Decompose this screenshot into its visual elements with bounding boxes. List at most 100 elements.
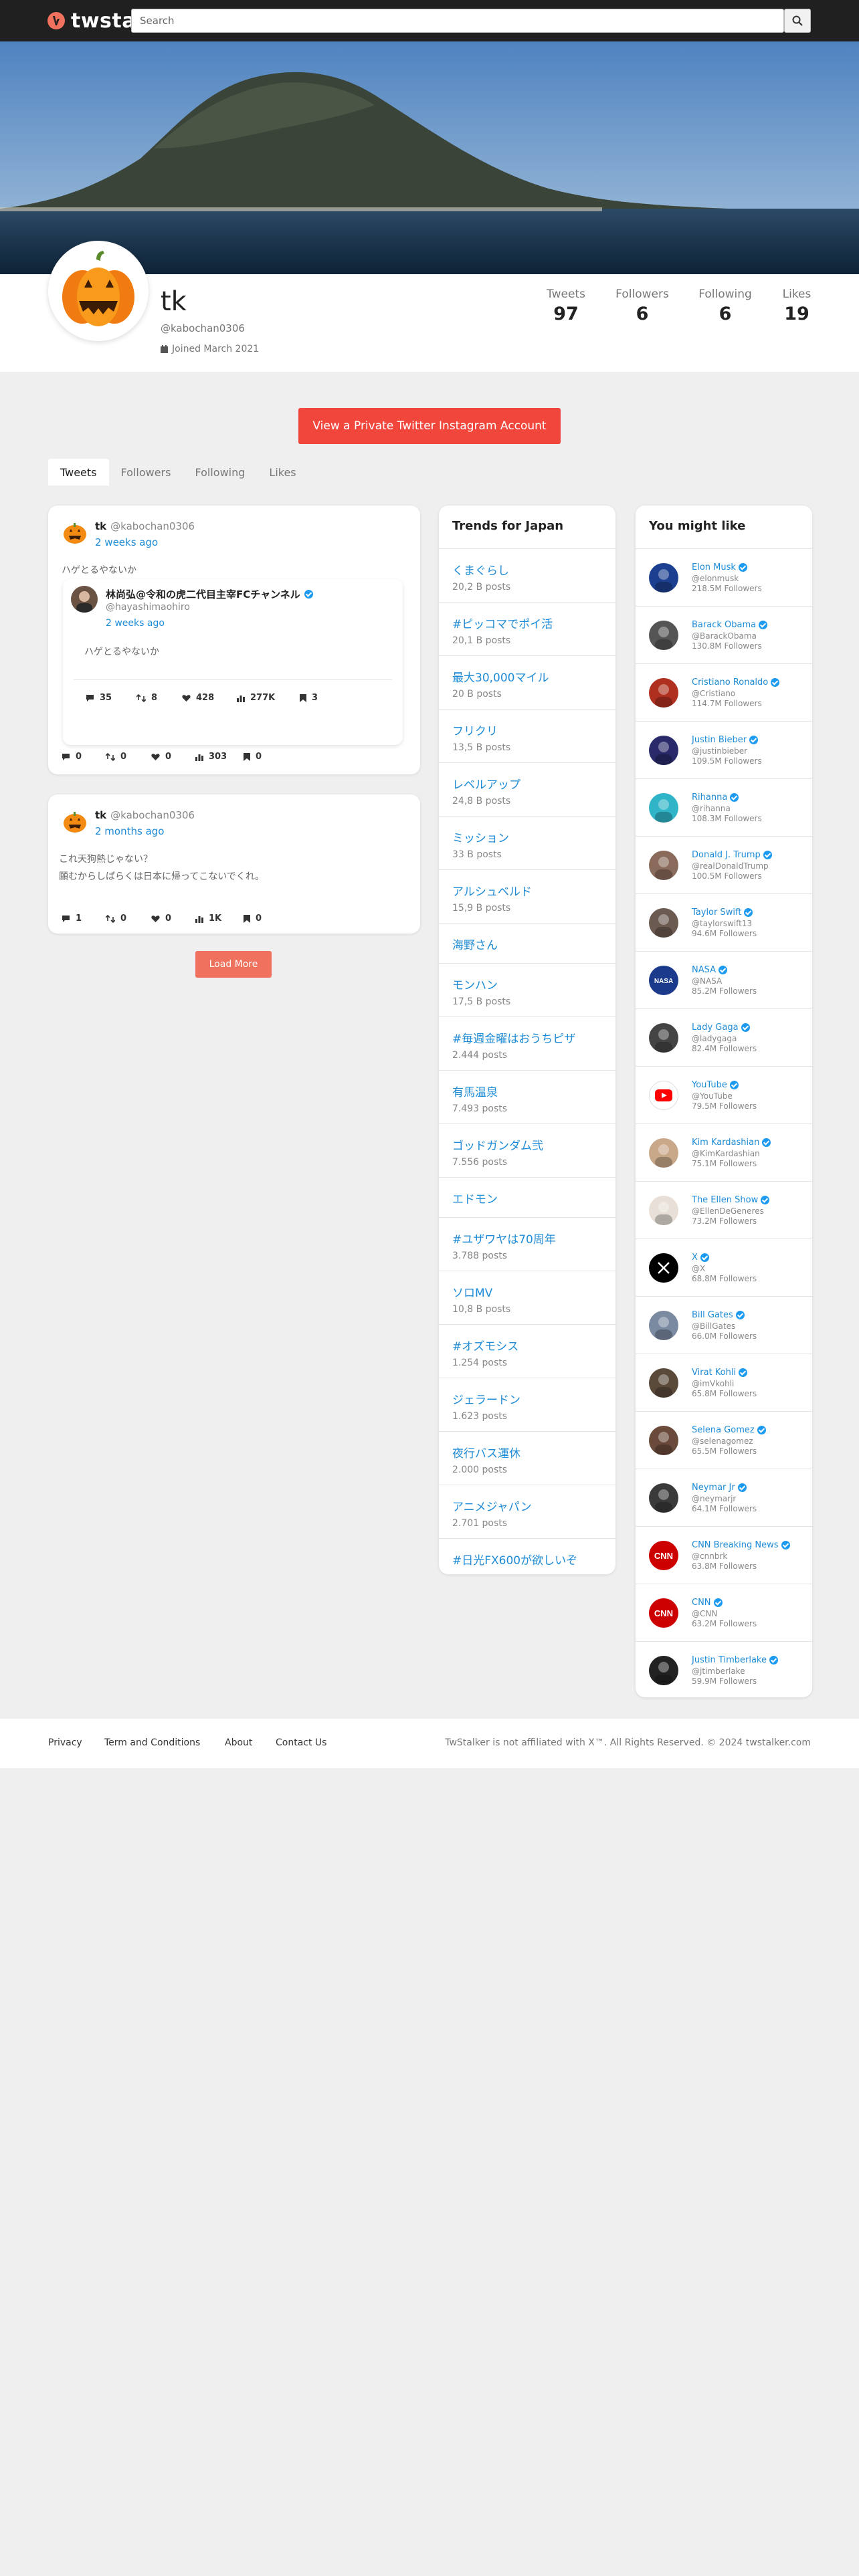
bookmark-action[interactable]: 3: [300, 693, 318, 703]
retweet-action[interactable]: 0: [106, 752, 151, 762]
views-action[interactable]: 277K: [237, 693, 300, 703]
suggestion-item[interactable]: Donald J. Trump @realDonaldTrump 100.5M Fo…: [636, 836, 812, 893]
suggestion-name[interactable]: YouTube: [692, 1080, 739, 1090]
retweet-action[interactable]: 0: [106, 914, 151, 924]
trend-item[interactable]: くまぐらし 20,2 B posts: [439, 548, 615, 602]
trend-item[interactable]: 最大30,000マイル 20 B posts: [439, 655, 615, 709]
trend-name[interactable]: ソロMV: [452, 1283, 602, 1300]
suggestion-avatar[interactable]: [649, 1081, 678, 1110]
trend-name[interactable]: アルシュベルド: [452, 882, 602, 899]
trend-item[interactable]: ジェラードン 1.623 posts: [439, 1378, 615, 1431]
like-action[interactable]: 0: [151, 914, 195, 924]
reply-action[interactable]: 1: [62, 914, 106, 924]
trend-name[interactable]: ジェラードン: [452, 1390, 602, 1407]
retweet-action[interactable]: 8: [136, 693, 182, 703]
tweet-author-name[interactable]: tk: [95, 520, 106, 532]
suggestion-item[interactable]: Taylor Swift @taylorswift13 94.6M Follower…: [636, 893, 812, 951]
suggestion-avatar[interactable]: [649, 851, 678, 880]
tweet-time[interactable]: 2 weeks ago: [95, 536, 158, 548]
trend-item[interactable]: #毎週金曜はおうちピザ 2.444 posts: [439, 1016, 615, 1070]
suggestion-item[interactable]: Justin Bieber @justinbieber 109.5M Followe…: [636, 721, 812, 778]
suggestion-item[interactable]: Kim Kardashian @KimKardashian 75.1M Follow…: [636, 1123, 812, 1181]
trend-item[interactable]: #オズモシス 1.254 posts: [439, 1324, 615, 1378]
trend-item[interactable]: アルシュベルド 15,9 B posts: [439, 869, 615, 923]
view-private-account-button[interactable]: View a Private Twitter Instagram Account: [298, 408, 561, 444]
reply-action[interactable]: 0: [62, 752, 106, 762]
suggestion-name[interactable]: CNN Breaking News: [692, 1540, 790, 1550]
stat-followers[interactable]: Followers 6: [614, 288, 670, 324]
views-action[interactable]: 1K: [195, 914, 244, 924]
suggestion-item[interactable]: The Ellen Show @EllenDeGeneres 73.2M Follo…: [636, 1181, 812, 1239]
trend-item[interactable]: 夜行バス運休 2.000 posts: [439, 1431, 615, 1485]
trend-item[interactable]: #ピッコマでポイ活 20,1 B posts: [439, 602, 615, 655]
suggestion-avatar[interactable]: [649, 1023, 678, 1053]
suggestion-avatar[interactable]: [649, 1426, 678, 1455]
search-input[interactable]: [131, 9, 784, 33]
suggestion-avatar[interactable]: [649, 1253, 678, 1283]
suggestion-name[interactable]: Cristiano Ronaldo: [692, 677, 780, 687]
bookmark-action[interactable]: 0: [244, 752, 262, 762]
trend-item[interactable]: ソロMV 10,8 B posts: [439, 1271, 615, 1324]
suggestion-item[interactable]: Elon Musk @elonmusk 218.5M Followers: [636, 548, 812, 606]
footer-link-privacy[interactable]: Privacy: [48, 1737, 82, 1748]
suggestion-item[interactable]: Virat Kohli @imVkohli 65.8M Followers: [636, 1354, 812, 1411]
suggestion-name[interactable]: Virat Kohli: [692, 1368, 748, 1378]
suggestion-avatar[interactable]: [649, 1196, 678, 1225]
suggestion-item[interactable]: Bill Gates @BillGates 66.0M Followers: [636, 1296, 812, 1354]
tab-following[interactable]: Following: [183, 459, 257, 486]
site-logo[interactable]: twstal: [47, 9, 143, 33]
trend-item[interactable]: レベルアップ 24,8 B posts: [439, 762, 615, 816]
search-button[interactable]: [784, 9, 811, 33]
trend-item[interactable]: #日光FX600が欲しいぞ: [439, 1538, 615, 1574]
suggestion-avatar[interactable]: [649, 908, 678, 938]
trend-name[interactable]: レベルアップ: [452, 775, 602, 792]
suggestion-avatar[interactable]: [649, 563, 678, 593]
suggestion-item[interactable]: Selena Gomez @selenagomez 65.5M Followers: [636, 1411, 812, 1469]
like-action[interactable]: 0: [151, 752, 195, 762]
tweet-author-name[interactable]: tk: [95, 809, 106, 821]
trend-name[interactable]: ミッション: [452, 829, 602, 845]
suggestion-avatar[interactable]: NASA: [649, 966, 678, 995]
suggestion-item[interactable]: X @X 68.8M Followers: [636, 1239, 812, 1296]
suggestion-name[interactable]: Justin Timberlake: [692, 1655, 778, 1665]
suggestion-avatar[interactable]: CNN: [649, 1541, 678, 1570]
reply-action[interactable]: 35: [86, 693, 136, 703]
tweet-card[interactable]: tk @kabochan0306 2 months ago これ天狗熱じゃない？…: [48, 794, 420, 934]
trend-item[interactable]: アニメジャパン 2.701 posts: [439, 1485, 615, 1538]
quoted-time[interactable]: 2 weeks ago: [106, 618, 165, 629]
stat-following[interactable]: Following 6: [697, 288, 753, 324]
views-action[interactable]: 303: [195, 752, 244, 762]
footer-link-about[interactable]: About: [225, 1737, 252, 1748]
trend-name[interactable]: #日光FX600が欲しいぞ: [452, 1551, 602, 1568]
suggestion-item[interactable]: YouTube @YouTube 79.5M Followers: [636, 1066, 812, 1123]
suggestion-avatar[interactable]: [649, 1138, 678, 1168]
trend-item[interactable]: エドモン: [439, 1177, 615, 1217]
trend-name[interactable]: 有馬温泉: [452, 1083, 602, 1099]
suggestion-item[interactable]: Cristiano Ronaldo @Cristiano 114.7M Follow…: [636, 663, 812, 721]
suggestion-name[interactable]: Justin Bieber: [692, 735, 759, 745]
quoted-tweet[interactable]: 林尚弘@令和の虎二代目主宰FCチャンネル @hayashimaohiro 2 w…: [63, 579, 403, 745]
suggestion-avatar[interactable]: [649, 736, 678, 765]
trend-name[interactable]: #ピッコマでポイ活: [452, 615, 602, 631]
trend-name[interactable]: #ユザワヤは70周年: [452, 1230, 602, 1247]
suggestion-name[interactable]: Lady Gaga: [692, 1023, 750, 1033]
tab-followers[interactable]: Followers: [109, 459, 183, 486]
suggestion-name[interactable]: NASA: [692, 965, 728, 975]
suggestion-item[interactable]: Rihanna @rihanna 108.3M Followers: [636, 778, 812, 836]
suggestion-name[interactable]: Selena Gomez: [692, 1425, 766, 1435]
trend-name[interactable]: アニメジャパン: [452, 1497, 602, 1514]
suggestion-avatar[interactable]: [649, 793, 678, 823]
suggestion-name[interactable]: Barack Obama: [692, 620, 768, 630]
suggestion-name[interactable]: Donald J. Trump: [692, 850, 772, 860]
tweet-card[interactable]: tk @kabochan0306 2 weeks ago ハゲとるやないか 林尚…: [48, 506, 420, 774]
like-action[interactable]: 428: [182, 693, 237, 703]
suggestion-avatar[interactable]: [649, 1311, 678, 1340]
trend-name[interactable]: ゴッドガンダム弐: [452, 1136, 602, 1153]
suggestion-name[interactable]: Elon Musk: [692, 562, 747, 572]
suggestion-item[interactable]: Justin Timberlake @jtimberlake 59.9M Follo…: [636, 1641, 812, 1697]
suggestion-name[interactable]: X: [692, 1253, 709, 1263]
trend-name[interactable]: 最大30,000マイル: [452, 668, 602, 685]
tweet-time[interactable]: 2 months ago: [95, 825, 164, 837]
trend-name[interactable]: 海野さん: [452, 936, 602, 952]
stat-tweets[interactable]: Tweets 97: [546, 288, 586, 324]
